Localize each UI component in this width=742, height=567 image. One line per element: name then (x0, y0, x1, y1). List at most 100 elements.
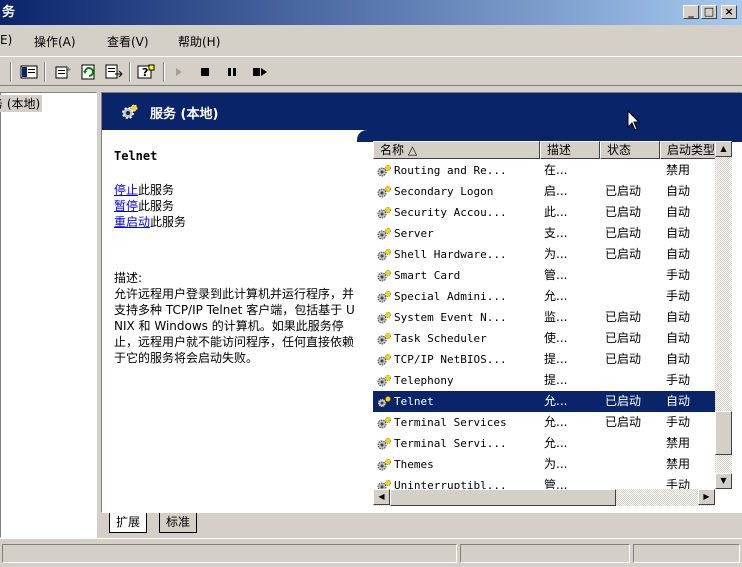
service-description: 提... (544, 373, 568, 387)
minimize-button[interactable]: _ (683, 5, 699, 19)
restart-link[interactable]: 重启动 (114, 215, 150, 229)
view-tabs: 扩展 标准 (101, 513, 742, 535)
service-name: Security Accou... (376, 202, 536, 223)
service-startup-type: 自动 (666, 205, 691, 219)
service-startup-type: 自动 (666, 247, 691, 261)
service-startup-type: 自动 (666, 352, 691, 366)
service-name: Routing and Re... (376, 160, 536, 181)
service-row[interactable]: Smart Card 管... 手动 (373, 265, 721, 286)
service-row[interactable]: Themes 为... 禁用 (373, 454, 721, 475)
status-panel-main (2, 544, 457, 563)
service-row[interactable]: Server 支... 已启动 自动 (373, 223, 721, 244)
horizontal-scroll-thumb[interactable] (390, 489, 616, 506)
service-startup-type: 自动 (666, 394, 691, 408)
tab-standard[interactable]: 标准 (159, 513, 198, 533)
service-name: System Event N... (376, 307, 536, 328)
service-row[interactable]: Telephony 提... 手动 (373, 370, 721, 391)
service-description: 为... (544, 457, 568, 471)
service-name: Terminal Services (376, 412, 536, 433)
service-name: Telephony (376, 370, 536, 391)
service-row[interactable]: Telnet 允... 已启动 自动 (373, 391, 721, 412)
tree-pane[interactable]: 务 (本地) (0, 92, 97, 538)
service-name: Special Admini... (376, 286, 536, 307)
show-tree-icon[interactable] (20, 64, 38, 80)
vertical-scrollbar[interactable]: ▲ ▼ (715, 141, 732, 489)
close-button[interactable]: × (721, 5, 737, 19)
maximize-button[interactable]: □ (701, 5, 717, 19)
tab-extended[interactable]: 扩展 (109, 513, 148, 533)
refresh-icon[interactable] (80, 64, 98, 80)
service-description: 允... (544, 289, 568, 303)
service-row[interactable]: Routing and Re... 在... 禁用 (373, 160, 721, 181)
service-gear-icon (377, 333, 391, 345)
restart-service-icon[interactable] (250, 64, 268, 80)
scroll-up-arrow-icon: ▲ (720, 144, 727, 153)
service-description: 允... (544, 436, 568, 450)
service-row[interactable]: Secondary Logon 启... 已启动 自动 (373, 181, 721, 202)
service-gear-icon (377, 438, 391, 450)
column-header-status[interactable]: 状态 (600, 141, 660, 159)
tree-item-services-local[interactable]: 务 (本地) (0, 95, 43, 112)
service-name: Server (376, 223, 536, 244)
service-status: 已启动 (605, 205, 642, 219)
service-gear-icon (377, 459, 391, 471)
scroll-left-button[interactable]: ◀ (373, 489, 390, 505)
service-status: 已启动 (605, 394, 642, 408)
stop-service-icon[interactable] (196, 64, 214, 80)
service-name: Task Scheduler (376, 328, 536, 349)
service-startup-type: 自动 (666, 331, 691, 345)
service-startup-type: 禁用 (666, 457, 691, 471)
services-list[interactable]: 名称 △ 描述 状态 启动类型 Routing and Re... 在... 禁用 S… (373, 141, 721, 506)
scroll-down-button[interactable]: ▼ (715, 473, 732, 489)
menu-help[interactable]: 帮助(H) (178, 33, 220, 50)
service-row[interactable]: Special Admini... 允... 手动 (373, 286, 721, 307)
vertical-scroll-thumb[interactable] (715, 411, 732, 455)
service-description: 提... (544, 352, 568, 366)
scroll-up-button[interactable]: ▲ (715, 141, 732, 157)
maximize-icon: □ (703, 5, 715, 18)
service-startup-type: 自动 (666, 226, 691, 240)
minimize-icon: _ (688, 5, 694, 18)
menu-action[interactable]: 操作(A) (34, 33, 76, 50)
stop-suffix: 此服务 (138, 183, 175, 197)
service-gear-icon (377, 354, 391, 366)
service-gear-icon (377, 186, 391, 198)
export-list-icon[interactable] (105, 64, 123, 80)
menu-bar: E) 操作(A) 查看(V) 帮助(H) (0, 28, 742, 52)
properties-icon[interactable] (54, 64, 72, 80)
scroll-down-arrow-icon: ▼ (720, 476, 727, 485)
service-name: Telnet (376, 391, 536, 412)
start-service-icon[interactable] (170, 64, 188, 80)
stop-link[interactable]: 停止 (114, 183, 138, 197)
status-panel-3 (633, 544, 740, 563)
service-row[interactable]: Terminal Services 允... 已启动 手动 (373, 412, 721, 433)
service-startup-type: 手动 (666, 415, 691, 429)
service-title: Telnet (114, 149, 158, 163)
service-name: Shell Hardware... (376, 244, 536, 265)
mouse-cursor-icon (627, 110, 641, 131)
menu-edit[interactable]: E) (0, 33, 12, 47)
status-bar (0, 538, 742, 567)
service-row[interactable]: Shell Hardware... 为... 已启动 自动 (373, 244, 721, 265)
service-row[interactable]: TCP/IP NetBIOS... 提... 已启动 自动 (373, 349, 721, 370)
pause-link[interactable]: 暂停 (114, 199, 138, 213)
stop-service-line: 停止此服务 (114, 182, 364, 198)
scroll-left-arrow-icon: ◀ (378, 492, 385, 501)
pause-service-icon[interactable] (223, 64, 241, 80)
scroll-right-button[interactable]: ▶ (698, 489, 715, 505)
service-name: TCP/IP NetBIOS... (376, 349, 536, 370)
help-icon[interactable]: ? (137, 64, 155, 80)
menu-view[interactable]: 查看(V) (107, 33, 149, 50)
column-header-startup-type[interactable]: 启动类型 (660, 141, 721, 159)
pause-service-line: 暂停此服务 (114, 198, 364, 214)
service-description: 支... (544, 226, 568, 240)
service-row[interactable]: Terminal Servi... 允... 禁用 (373, 433, 721, 454)
service-row[interactable]: Security Accou... 此... 已启动 自动 (373, 202, 721, 223)
column-header-description[interactable]: 描述 (540, 141, 600, 159)
title-bar[interactable]: 务 (0, 0, 742, 25)
service-row[interactable]: System Event N... 监... 已启动 自动 (373, 307, 721, 328)
column-header-name[interactable]: 名称 △ (373, 141, 540, 159)
status-panel-2 (460, 544, 630, 563)
service-row[interactable]: Task Scheduler 使... 已启动 自动 (373, 328, 721, 349)
horizontal-scrollbar[interactable]: ◀ ▶ (373, 489, 715, 506)
